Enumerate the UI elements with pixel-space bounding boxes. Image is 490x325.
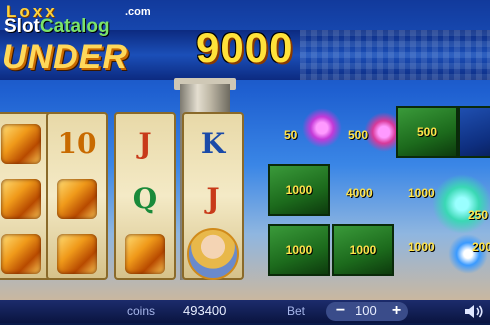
reel-symbol: J xyxy=(184,171,242,226)
prize-value: 500 xyxy=(348,128,369,142)
reel-1 xyxy=(0,112,52,280)
coins-label: coins xyxy=(127,304,156,318)
gold-scroll-icon xyxy=(1,178,41,219)
reel-symbol xyxy=(48,226,106,281)
symbol-10: 10 xyxy=(57,127,97,160)
reel-4: K J xyxy=(182,112,244,280)
bet-stepper: − 100 + xyxy=(326,302,408,321)
goddess-portrait-icon xyxy=(187,227,239,280)
win-amount: 9000 xyxy=(196,24,294,71)
prize-value: 1000 xyxy=(408,186,435,200)
gold-scroll-icon xyxy=(57,233,97,274)
bonus-grid: 50 500 500 1000 4000 1000 250 1000 1000 … xyxy=(262,84,490,284)
game-logo: Loxx .com SlotCatalog UNDER xyxy=(0,0,190,78)
prize-box: 500 xyxy=(396,106,458,158)
reel-symbol xyxy=(0,226,50,281)
game-stage: Loxx .com SlotCatalog UNDER 9000 10 J Q … xyxy=(0,0,490,300)
reel-symbol xyxy=(184,226,242,281)
coins-value: 493400 xyxy=(183,303,227,318)
reel-3: J Q xyxy=(114,112,176,280)
logo-catalog-word: Catalog xyxy=(39,16,110,37)
prize-value: 200 xyxy=(472,240,490,254)
gold-scroll-icon xyxy=(1,233,41,274)
logo-title-text: UNDER xyxy=(2,38,128,76)
prize-value: 50 xyxy=(284,128,298,142)
prize-box-blue xyxy=(458,106,490,158)
bet-decrease-button[interactable]: − xyxy=(332,303,349,320)
prize-box: 1000 xyxy=(268,224,330,276)
reel-symbol: K xyxy=(184,116,242,171)
reel-symbol: J xyxy=(116,116,174,171)
prize-value: 250 xyxy=(468,208,489,222)
pixel-background xyxy=(300,30,490,80)
reel-2: 10 xyxy=(46,112,108,280)
bet-increase-button[interactable]: + xyxy=(388,303,405,320)
firework-effect xyxy=(432,174,490,234)
logo-slot-word: Slot xyxy=(4,16,40,37)
gold-scroll-icon xyxy=(57,178,97,219)
bottom-bar: coins 493400 Bet − 100 + xyxy=(0,300,490,323)
reel-symbol: 10 xyxy=(48,116,106,171)
reel-symbol xyxy=(0,171,50,226)
reel-symbol: Q xyxy=(116,171,174,226)
prize-box: 1000 xyxy=(268,164,330,216)
gold-scroll-icon xyxy=(1,123,41,164)
symbol-k: K xyxy=(200,127,226,160)
reel-symbol xyxy=(48,171,106,226)
firework-effect xyxy=(302,108,342,148)
bet-value: 100 xyxy=(355,303,377,318)
reel-symbol xyxy=(116,226,174,281)
symbol-j: J xyxy=(206,182,220,215)
speaker-icon xyxy=(465,305,483,318)
reel-symbol xyxy=(0,116,50,171)
logo-slotcatalog-text: SlotCatalog xyxy=(4,16,110,38)
gold-scroll-icon xyxy=(125,233,165,274)
prize-box: 1000 xyxy=(332,224,394,276)
prize-value: 1000 xyxy=(408,240,435,254)
prize-value: 4000 xyxy=(346,186,373,200)
logo-dotcom-text: .com xyxy=(125,6,151,18)
symbol-q: Q xyxy=(132,182,158,215)
sound-toggle[interactable] xyxy=(463,303,485,320)
bet-label: Bet xyxy=(287,304,306,318)
symbol-j: J xyxy=(138,127,152,160)
